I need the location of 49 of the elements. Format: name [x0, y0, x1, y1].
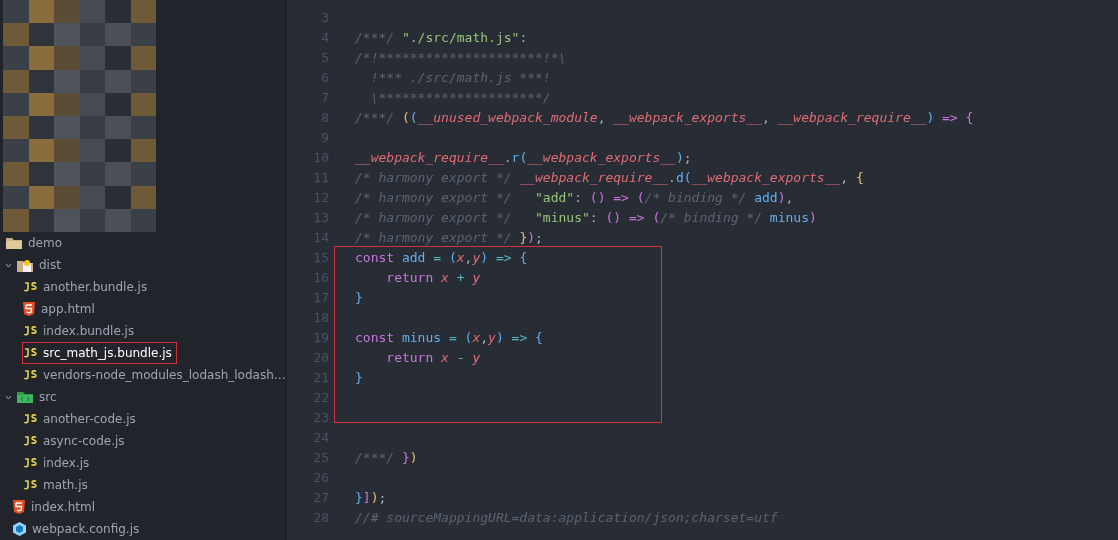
code-line: \*********************/ [369, 89, 551, 105]
code-line: return x - y [385, 349, 481, 365]
js-file-icon [23, 326, 37, 336]
code-line: /* harmony export */ "minus": () => (/* binding */ minus) [355, 209, 817, 225]
code-line: /***/ "./src/math.js": [355, 29, 528, 45]
js-file-icon [23, 480, 37, 490]
file-item[interactable]: webpack.config.js [12, 518, 145, 540]
js-file-icon [23, 282, 37, 292]
code-line: return x + y [385, 269, 481, 285]
code-line: //# sourceMappingURL=data:application/json;charset=utf [355, 509, 778, 525]
file-item[interactable]: another-code.js [22, 408, 141, 430]
code-line: }]); [355, 489, 387, 505]
file-item[interactable]: src_math_js.bundle.js [22, 342, 177, 364]
folder-icon [17, 391, 33, 403]
folder-item[interactable]: demo [5, 232, 68, 254]
code-line: /* harmony export */ "add": () => (/* binding */ add), [355, 189, 794, 205]
js-file-icon [23, 458, 37, 468]
file-item[interactable]: async-code.js [22, 430, 130, 452]
html-file-icon [23, 302, 35, 316]
folder-icon [17, 258, 33, 272]
folder-icon [6, 237, 22, 249]
code-line: /* harmony export */ __webpack_require__.d(__webpack_exports__, { [355, 169, 864, 185]
code-line: const minus = (x,y) => { [355, 329, 543, 345]
chevron-down-icon[interactable] [6, 393, 11, 401]
file-item[interactable]: math.js [22, 474, 93, 496]
code-line: !*** ./src/math.js ***! [369, 69, 551, 85]
code-line: /*!*********************!*\ [355, 49, 567, 65]
file-item[interactable]: another.bundle.js [22, 276, 153, 298]
js-file-icon [23, 436, 37, 446]
folder-item[interactable]: src [12, 386, 62, 408]
code-line: const add = (x,y) => { [355, 249, 528, 265]
code-line: } [355, 369, 363, 385]
js-file-icon [23, 348, 37, 358]
file-item[interactable]: index.html [12, 496, 100, 518]
file-item[interactable]: index.js [22, 452, 95, 474]
file-item[interactable]: vendors-node_modules_lodash_lodash… [22, 364, 286, 386]
file-item[interactable]: app.html [22, 298, 100, 320]
folder-item[interactable]: dist [12, 254, 66, 276]
code-line: } [355, 289, 363, 305]
js-file-icon [23, 370, 37, 380]
code-line: /* harmony export */ }); [355, 229, 543, 245]
cube-icon [13, 522, 26, 536]
chevron-down-icon[interactable] [6, 261, 11, 269]
js-file-icon [23, 414, 37, 424]
code-line: /***/ ((__unused_webpack_module, __webpack_exports__, __webpack_require__) => { [355, 109, 974, 125]
html-file-icon [13, 500, 25, 514]
code-line: /***/ }) [355, 449, 418, 465]
file-item[interactable]: index.bundle.js [22, 320, 140, 342]
code-line: __webpack_require__.r(__webpack_exports__); [355, 149, 692, 165]
